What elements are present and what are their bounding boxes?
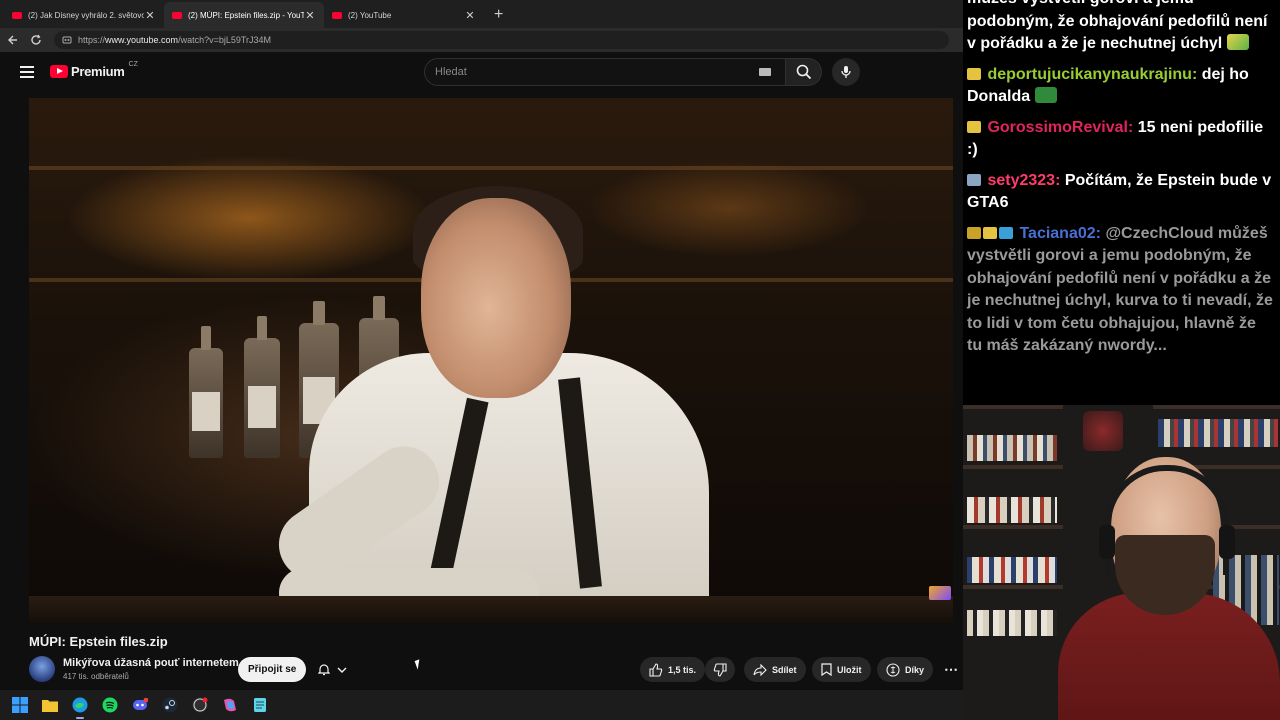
share-icon [753,663,767,676]
chat-text: @CzechCloud můžeš vystvětli gorovi a jem… [967,224,1273,355]
chat-message: sety2323: Počítám, že Epstein bude v GTA… [967,171,1272,211]
stream-chat: můžeš vystvětli gorovi a jemu podobným, … [963,0,1280,405]
country-code: CZ [128,61,138,68]
share-label: Sdílet [772,664,797,675]
copilot-icon[interactable] [220,695,240,715]
save-button[interactable]: Uložit [812,657,871,682]
voice-search-button[interactable] [832,58,860,86]
search-button[interactable] [786,58,822,86]
notification-button[interactable] [308,657,356,682]
sub-badge-icon [967,173,981,186]
discord-icon[interactable] [130,695,150,715]
back-arrow-icon[interactable] [0,28,24,52]
close-icon[interactable]: ✕ [464,9,476,22]
youtube-premium-logo[interactable]: Premium CZ [50,61,138,79]
chat-username[interactable]: deportujucikanynaukrajinu [987,66,1191,83]
emote-icon [1226,34,1249,50]
thanks-label: Díky [905,664,925,675]
youtube-header: Premium CZ Hledat [0,52,963,94]
edge-browser-icon[interactable] [70,695,90,719]
tab-mupi[interactable]: (2) MÚPI: Epstein files.zip - YouTube ✕ [164,2,324,28]
youtube-favicon-icon [332,11,342,19]
reload-icon[interactable] [24,28,48,52]
like-count: 1,5 tis. [668,664,697,675]
microphone-icon [841,66,851,78]
emote-icon [1034,87,1057,103]
spotify-icon[interactable] [100,695,120,715]
address-bar-row: https://www.youtube.com/watch?v=bjL59TrJ… [0,28,963,52]
tab-youtube[interactable]: (2) YouTube ✕ [324,2,484,28]
save-label: Uložit [837,664,862,675]
crown-badge-icon [967,226,981,239]
video-player[interactable] [29,98,953,624]
chat-message: deportujucikanynaukrajinu: dej ho Donald… [967,65,1249,105]
join-button[interactable]: Připojit se [238,657,307,682]
sub-badge-icon [983,226,997,239]
chat-message: Taciana02: @CzechCloud můžeš vystvětli g… [967,224,1273,355]
chat-username[interactable]: sety2323 [987,172,1055,189]
webcam-feed [963,405,1280,720]
url-host: www.youtube.com [105,35,179,45]
tab-label: (2) MÚPI: Epstein files.zip - YouTube [188,10,304,20]
search-placeholder: Hledat [435,66,467,78]
bookmark-icon [821,663,832,676]
url-path: /watch?v=bjL59TrJ34M [178,35,272,45]
thumbs-up-icon [649,662,663,677]
headset-icon [1105,465,1229,575]
obs-icon[interactable] [190,695,210,715]
search-input[interactable]: Hledat [424,58,786,86]
youtube-play-icon [50,65,68,78]
dislike-button[interactable] [705,657,735,682]
tab-label: (2) Jak Disney vyhrálo 2. světovou [28,10,144,20]
close-icon[interactable]: ✕ [304,9,316,22]
bell-icon [317,664,330,676]
keyboard-icon[interactable] [759,68,771,76]
channel-name[interactable]: Mikýřova úžasná pouť internetem [63,657,239,669]
youtube-favicon-icon [172,11,182,19]
chat-username[interactable]: Taciana02 [1019,225,1095,242]
steam-icon[interactable] [160,695,180,715]
channel-avatar[interactable] [29,656,55,682]
thanks-button[interactable]: Díky [877,657,934,682]
super-thanks-icon [886,662,900,677]
sub-badge-icon [967,120,981,133]
new-tab-plus-icon[interactable]: + [484,2,513,28]
chat-message: můžeš vystvětli gorovi a jemu podobným, … [967,0,1274,56]
gem-badge-icon [999,226,1013,239]
tab-bar: (2) Jak Disney vyhrálo 2. světovou ✕ (2)… [0,0,963,28]
site-info-icon[interactable] [62,35,72,45]
file-explorer-icon[interactable] [40,695,60,715]
tab-disney[interactable]: (2) Jak Disney vyhrálo 2. světovou ✕ [4,2,164,28]
menu-icon[interactable] [20,66,34,78]
taskbar [0,690,963,720]
url-field[interactable]: https://www.youtube.com/watch?v=bjL59TrJ… [54,31,949,49]
url-prefix: https:// [78,35,106,45]
channel-watermark-icon[interactable] [929,586,951,600]
browser-window: (2) Jak Disney vyhrálo 2. světovou ✕ (2)… [0,0,963,690]
search-icon [796,64,811,80]
tab-label: (2) YouTube [348,10,392,20]
like-button[interactable]: 1,5 tis. [640,657,706,682]
logo-text: Premium [71,64,125,79]
chat-text: můžeš vystvětli gorovi a jemu podobným, … [967,0,1268,52]
chat-username[interactable]: GorossimoRevival [987,119,1128,136]
subscriber-count: 417 tis. odběratelů [63,672,129,681]
youtube-favicon-icon [12,11,22,19]
more-actions-icon[interactable]: ⋯ [940,657,962,682]
share-button[interactable]: Sdílet [744,657,806,682]
video-title: MÚPI: Epstein files.zip [29,634,168,649]
close-icon[interactable]: ✕ [144,9,156,22]
mouse-cursor-icon [414,659,423,670]
notepad-icon[interactable] [250,695,270,715]
thumbs-down-icon [713,662,727,677]
chat-message: GorossimoRevival: 15 neni pedofilie :) [967,118,1264,158]
windows-start-icon[interactable] [10,695,30,715]
sub-badge-icon [967,67,981,80]
chevron-down-icon [337,667,346,673]
